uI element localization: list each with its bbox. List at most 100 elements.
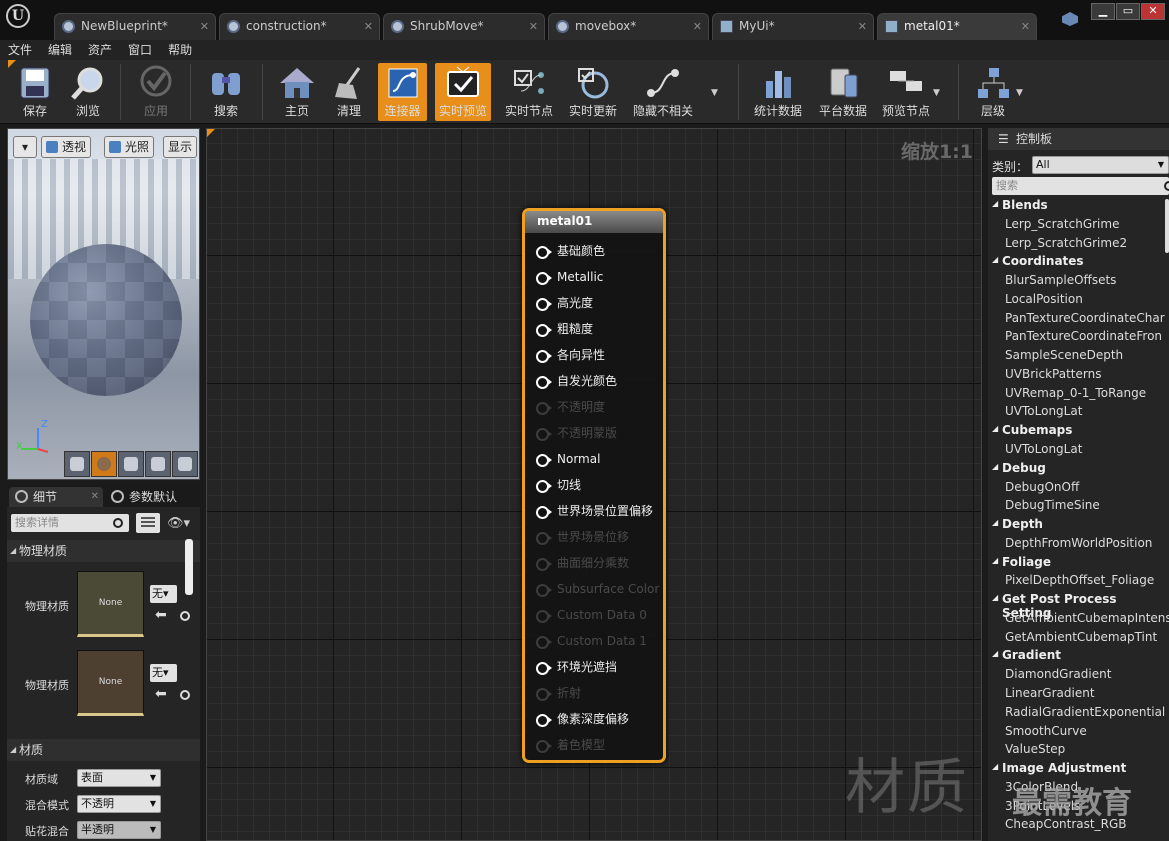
- palette-category[interactable]: Cubemaps: [992, 423, 1072, 437]
- blend-mode-select[interactable]: 不透明: [77, 795, 161, 813]
- section-material[interactable]: 材质: [7, 739, 200, 761]
- statistics-button[interactable]: 统计数据: [752, 63, 804, 121]
- platform-stats-button[interactable]: 平台数据: [816, 63, 870, 121]
- palette-search-input[interactable]: 搜索: [992, 177, 1169, 195]
- browse-icon[interactable]: [180, 611, 190, 621]
- close-icon[interactable]: ✕: [364, 14, 373, 39]
- live-preview-button[interactable]: 实时预览: [435, 63, 491, 121]
- palette-item[interactable]: ValueStep: [1005, 742, 1065, 756]
- connectors-button[interactable]: 连接器: [378, 63, 427, 121]
- preview-node-button[interactable]: 预览节点: [878, 63, 934, 121]
- node-input-pin[interactable]: 世界场景位移: [536, 530, 629, 545]
- cube-shape-button[interactable]: [145, 451, 171, 477]
- show-button[interactable]: 显示: [163, 136, 198, 158]
- node-input-pin[interactable]: 不透明度: [536, 400, 605, 415]
- node-input-pin[interactable]: 高光度: [536, 296, 593, 311]
- palette-item[interactable]: LinearGradient: [1005, 686, 1095, 700]
- palette-item[interactable]: Lerp_ScratchGrime2: [1005, 236, 1127, 250]
- hierarchy-button[interactable]: 层级: [970, 63, 1016, 121]
- palette-category[interactable]: Blends: [992, 198, 1048, 212]
- phys-material-thumb-2[interactable]: None: [77, 650, 144, 716]
- palette-item[interactable]: SampleSceneDepth: [1005, 348, 1123, 362]
- chevron-down-icon[interactable]: ▼: [1016, 88, 1023, 98]
- decal-blend-select[interactable]: 半透明: [77, 821, 161, 839]
- tab-myui[interactable]: MyUi* ✕: [712, 13, 874, 40]
- node-input-pin[interactable]: Custom Data 1: [536, 634, 647, 649]
- tab-movebox[interactable]: movebox* ✕: [548, 13, 709, 40]
- menu-help[interactable]: 帮助: [160, 40, 200, 60]
- palette-item[interactable]: UVRemap_0-1_ToRange: [1005, 386, 1146, 400]
- tab-shrubmove[interactable]: ShrubMove* ✕: [383, 13, 545, 40]
- phys-material-dropdown-1[interactable]: 无▾: [150, 585, 177, 603]
- browse-icon[interactable]: [180, 690, 190, 700]
- palette-item[interactable]: SmoothCurve: [1005, 724, 1087, 738]
- node-input-pin[interactable]: Normal: [536, 452, 600, 467]
- cylinder-shape-button[interactable]: [64, 451, 90, 477]
- menu-file[interactable]: 文件: [0, 40, 40, 60]
- node-input-pin[interactable]: Custom Data 0: [536, 608, 647, 623]
- eye-icon[interactable]: 👁▾: [167, 516, 190, 531]
- node-input-pin[interactable]: 着色模型: [536, 738, 605, 753]
- close-icon[interactable]: ✕: [693, 14, 702, 39]
- close-icon[interactable]: ✕: [1021, 14, 1030, 39]
- palette-item[interactable]: LocalPosition: [1005, 292, 1083, 306]
- tab-parameter-defaults[interactable]: 参数默认: [105, 487, 199, 507]
- live-nodes-button[interactable]: 实时节点: [500, 63, 558, 121]
- palette-item[interactable]: DebugOnOff: [1005, 480, 1079, 494]
- chevron-down-icon[interactable]: ▼: [711, 88, 718, 98]
- material-graph[interactable]: 缩放1:1 材质 metal01 基础颜色 Metallic 高光度 粗糙度 各向异性自…: [206, 128, 982, 841]
- phys-material-thumb-1[interactable]: None: [77, 571, 144, 637]
- preview-viewport[interactable]: ▾ 透视 光照 显示 Z X: [7, 128, 200, 480]
- node-input-pin[interactable]: 环境光遮挡: [536, 660, 617, 675]
- node-input-pin[interactable]: 世界场景位置偏移: [536, 504, 653, 519]
- palette-item[interactable]: PanTextureCoordinateChar: [1005, 311, 1165, 325]
- details-scrollbar[interactable]: [185, 539, 193, 595]
- node-input-pin[interactable]: 像素深度偏移: [536, 712, 629, 727]
- palette-tab[interactable]: 控制板: [988, 128, 1169, 150]
- category-select[interactable]: All: [1032, 156, 1169, 174]
- close-icon[interactable]: ✕: [858, 14, 867, 39]
- close-icon[interactable]: ✕: [529, 14, 538, 39]
- grid-view-button[interactable]: [136, 513, 160, 533]
- node-input-pin[interactable]: 曲面细分乘数: [536, 556, 629, 571]
- sphere-shape-button[interactable]: [91, 451, 117, 477]
- section-physical-material[interactable]: 物理材质: [7, 540, 200, 562]
- minimize-button[interactable]: ▁: [1091, 3, 1115, 20]
- apply-button[interactable]: 应用: [132, 63, 180, 121]
- close-window-button[interactable]: ✕: [1141, 3, 1165, 20]
- node-input-pin[interactable]: 各向异性: [536, 348, 605, 363]
- menu-edit[interactable]: 编辑: [40, 40, 80, 60]
- node-input-pin[interactable]: Subsurface Color: [536, 582, 659, 597]
- palette-item[interactable]: DebugTimeSine: [1005, 498, 1100, 512]
- palette-category[interactable]: Gradient: [992, 648, 1061, 662]
- home-button[interactable]: 主页: [274, 63, 320, 121]
- palette-category[interactable]: Image Adjustment: [992, 761, 1126, 775]
- palette-category[interactable]: Foliage: [992, 555, 1051, 569]
- tab-construction[interactable]: construction* ✕: [219, 13, 380, 40]
- node-input-pin[interactable]: 切线: [536, 478, 581, 493]
- palette-item[interactable]: UVToLongLat: [1005, 442, 1082, 456]
- phys-material-dropdown-2[interactable]: 无▾: [150, 664, 177, 682]
- palette-item[interactable]: PanTextureCoordinateFron: [1005, 329, 1162, 343]
- clean-up-button[interactable]: 清理: [326, 63, 372, 121]
- close-icon[interactable]: ✕: [200, 14, 209, 39]
- palette-item[interactable]: Lerp_ScratchGrime: [1005, 217, 1119, 231]
- palette-category[interactable]: Coordinates: [992, 254, 1084, 268]
- node-input-pin[interactable]: 自发光颜色: [536, 374, 617, 389]
- palette-category[interactable]: Depth: [992, 517, 1043, 531]
- palette-item[interactable]: GetAmbientCubemapIntens: [1005, 611, 1169, 625]
- maximize-button[interactable]: ▭: [1116, 3, 1140, 20]
- tab-newblueprint[interactable]: NewBlueprint* ✕: [54, 13, 216, 40]
- node-input-pin[interactable]: 不透明蒙版: [536, 426, 617, 441]
- plane-shape-button[interactable]: [118, 451, 144, 477]
- lighting-button[interactable]: 光照: [104, 136, 155, 158]
- palette-scrollbar[interactable]: [1165, 199, 1169, 253]
- live-update-button[interactable]: 实时更新: [566, 63, 620, 121]
- viewport-options-dropdown[interactable]: ▾: [13, 136, 37, 158]
- node-input-pin[interactable]: 折射: [536, 686, 581, 701]
- palette-item[interactable]: RadialGradientExponential: [1005, 705, 1165, 719]
- hide-unrelated-button[interactable]: 隐藏不相关: [630, 63, 696, 121]
- palette-item[interactable]: UVToLongLat: [1005, 404, 1082, 418]
- palette-category[interactable]: Debug: [992, 461, 1046, 475]
- perspective-button[interactable]: 透视: [41, 136, 92, 158]
